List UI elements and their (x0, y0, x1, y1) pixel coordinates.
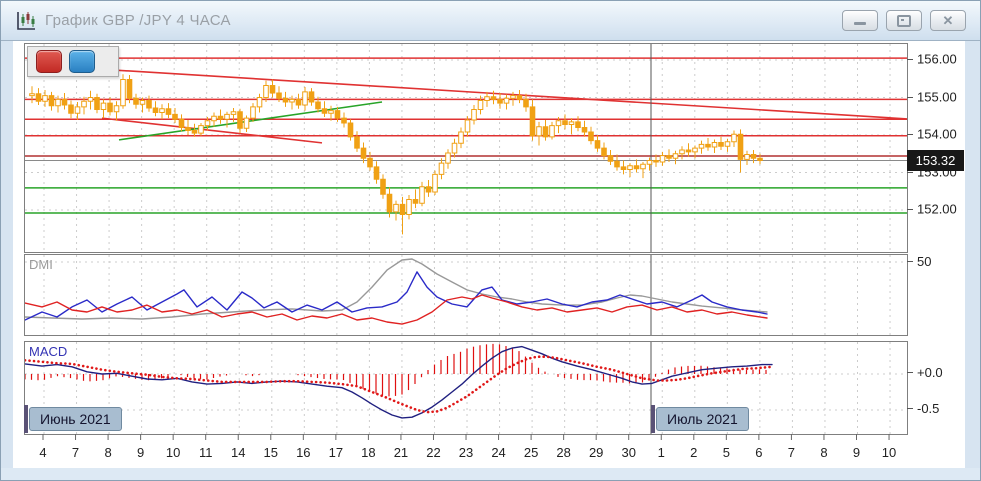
date-label: 4 (39, 445, 47, 460)
month-label-june: Июнь 2021 (29, 407, 122, 431)
date-label: 21 (393, 445, 409, 460)
month-separator-june (24, 405, 28, 433)
date-label: 24 (491, 445, 506, 460)
minimize-button[interactable] (842, 10, 878, 31)
date-label: 10 (881, 445, 897, 460)
dmi-scale-tick: 50 (907, 254, 965, 269)
current-price-badge: 153.32 (907, 150, 964, 171)
date-label: 6 (755, 445, 763, 460)
buy-button[interactable] (69, 50, 95, 73)
date-label: 30 (621, 445, 636, 460)
price-tick (907, 134, 913, 135)
price-label: 155.00 (917, 89, 957, 105)
date-label: 2 (690, 445, 698, 460)
month-label-july: Июль 2021 (656, 407, 749, 431)
date-label: 11 (198, 445, 213, 460)
price-tick (907, 97, 913, 98)
date-label: 5 (722, 445, 730, 460)
price-pane[interactable] (24, 43, 908, 253)
date-label: 29 (588, 445, 604, 460)
macd-scale-tick: +0.0 (907, 365, 965, 380)
dmi-pane-label: DMI (29, 257, 53, 272)
date-label: 8 (820, 445, 828, 460)
date-label: 25 (523, 445, 539, 460)
price-tick (907, 172, 913, 173)
date-label: 16 (296, 445, 311, 460)
month-separator-july (651, 405, 655, 433)
window-title: График GBP /JPY 4 ЧАСА (45, 12, 231, 29)
date-label: 10 (165, 445, 181, 460)
date-label: 9 (136, 445, 145, 460)
date-label: 7 (71, 445, 80, 460)
price-tick (907, 209, 913, 210)
date-label: 15 (263, 445, 278, 460)
window-frame-bottom (1, 468, 980, 480)
date-label: 9 (852, 445, 861, 460)
price-axis: 156.00 155.00 154.00 153.00 152.00 (907, 43, 965, 253)
date-label: 17 (328, 445, 344, 460)
chart-toolbar (27, 46, 119, 77)
macd-pane[interactable]: MACD (24, 341, 908, 435)
minimize-icon (854, 22, 866, 25)
date-label: 23 (458, 445, 474, 460)
date-label: 8 (104, 445, 112, 460)
price-tick (907, 59, 913, 60)
price-label: 154.00 (917, 126, 957, 142)
close-button[interactable]: ✕ (930, 10, 966, 31)
sell-button[interactable] (36, 50, 62, 73)
dmi-pane[interactable]: DMI (24, 254, 908, 336)
macd-pane-label: MACD (29, 344, 68, 359)
date-label: 18 (361, 445, 376, 460)
date-label: 1 (657, 445, 665, 460)
close-icon: ✕ (942, 13, 954, 28)
date-label: 7 (787, 445, 796, 460)
app-window: График GBP /JPY 4 ЧАСА ✕ DMI MACD 156.00… (0, 0, 981, 481)
date-label: 22 (426, 445, 441, 460)
candlestick-chart-icon (15, 10, 37, 32)
title-bar: График GBP /JPY 4 ЧАСА ✕ (1, 1, 980, 41)
window-frame-right (965, 41, 980, 480)
macd-scale-tick: -0.5 (907, 401, 965, 416)
maximize-icon (897, 14, 911, 27)
price-label: 156.00 (917, 51, 957, 67)
price-label: 152.00 (917, 201, 957, 217)
x-axis: 4 7 8 9 10 11 14 15 16 17 18 21 22 23 24 25 28 29 30 1 2 5 6 7 8… (24, 434, 906, 464)
date-label: 14 (231, 445, 246, 460)
date-label: 28 (556, 445, 571, 460)
window-controls: ✕ (842, 10, 966, 31)
maximize-button[interactable] (886, 10, 922, 31)
